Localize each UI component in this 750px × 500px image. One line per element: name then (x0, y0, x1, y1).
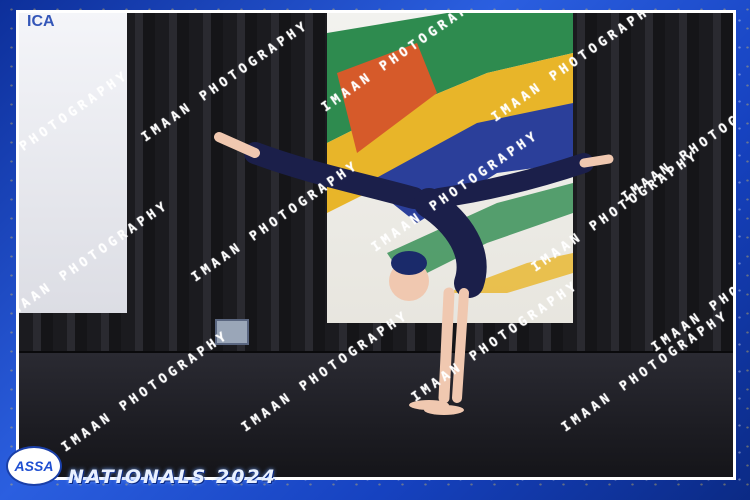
assa-logo: ASSA (6, 446, 62, 486)
event-title: NATIONALS 2024 (68, 466, 277, 488)
event-photo: ICA IMAAN PHOTOGRAPHY IMAAN P (16, 10, 736, 480)
logo-text: ASSA (14, 458, 54, 474)
gymnast-figure (214, 132, 614, 415)
